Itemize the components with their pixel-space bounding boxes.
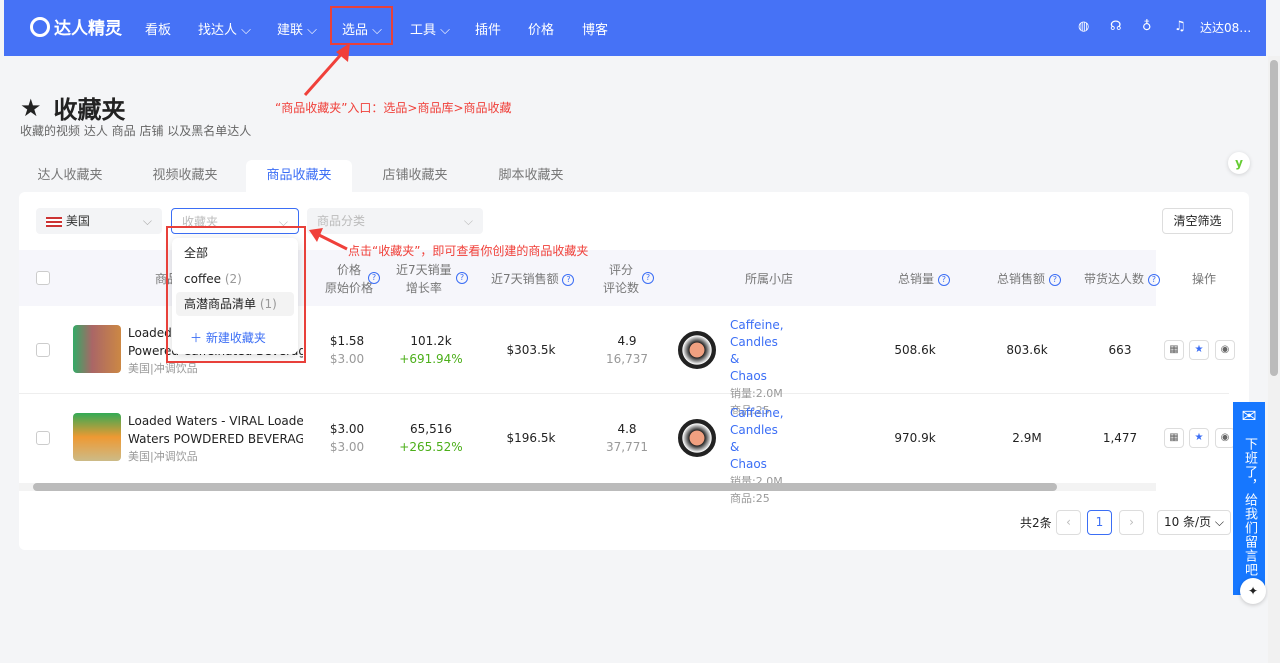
logo-icon: [30, 16, 50, 37]
sparkle-icon[interactable]: ✦: [1240, 578, 1266, 604]
country-select[interactable]: 美国 ⌵: [36, 208, 162, 234]
nav-find-creators[interactable]: 找达人 ⌵: [198, 19, 251, 38]
pagination-total: 共2条: [1020, 516, 1052, 530]
shop-link[interactable]: Caffeine, Candles & Chaos: [730, 317, 784, 385]
annotation-arrow: [303, 43, 350, 96]
product-thumbnail[interactable]: [73, 413, 121, 461]
product-thumbnail[interactable]: [73, 325, 121, 373]
feedback-button[interactable]: ✉ 下班了，给我们留言吧: [1233, 402, 1265, 595]
top-nav: 达人精灵 看板 找达人 ⌵ 建联 ⌵ 选品 ⌵ 工具 ⌵ 插件 价格 博客 ◍ …: [4, 0, 1266, 56]
annotation-dropdown: 点击“收藏夹”，即可查看你创建的商品收藏夹: [348, 244, 589, 258]
bell-icon[interactable]: ♫: [1174, 19, 1186, 34]
page-size-select[interactable]: 10 条/页 ⌵: [1157, 510, 1231, 535]
total-rev-cell: 803.6k: [1006, 343, 1048, 357]
nav-pricing[interactable]: 价格: [528, 19, 554, 38]
nav-dashboard[interactable]: 看板: [145, 19, 171, 38]
headset-icon[interactable]: ☊: [1110, 19, 1122, 34]
eye-icon[interactable]: ◉: [1215, 340, 1235, 360]
header-creators[interactable]: 带货达人数 ?: [1084, 270, 1160, 288]
us-flag-icon: [46, 216, 62, 227]
total-rev-cell: 2.9M: [1012, 431, 1042, 445]
highlight-box: [166, 226, 306, 363]
sales7-cell: 65,516 +265.52%: [399, 422, 463, 454]
help-icon[interactable]: ?: [368, 272, 380, 284]
header-rating[interactable]: 评分 评论数: [603, 261, 639, 297]
creators-cell: 1,477: [1102, 431, 1138, 445]
shop-link[interactable]: Caffeine, Candles & Chaos: [730, 405, 784, 473]
nav-tools[interactable]: 工具 ⌵: [410, 19, 450, 38]
logo[interactable]: 达人精灵: [30, 14, 122, 39]
mail-icon: ✉: [1241, 406, 1257, 427]
rating-cell: 4.9 16,737: [606, 334, 648, 366]
calculator-icon[interactable]: ▦: [1164, 428, 1184, 448]
nav-blog[interactable]: 博客: [582, 19, 608, 38]
header-total-sales[interactable]: 总销量 ?: [898, 270, 950, 288]
row-checkbox[interactable]: [36, 431, 50, 445]
star-icon: ★: [20, 93, 42, 122]
annotation-arrow: [309, 228, 348, 251]
page-1-button[interactable]: 1: [1087, 510, 1112, 535]
shop-info: Caffeine, Candles & Chaos 销量:2.0M 商品:25: [730, 405, 784, 505]
prev-page-button[interactable]: ‹: [1056, 510, 1081, 535]
assistant-icon[interactable]: y: [1228, 152, 1250, 174]
total-sales-cell: 970.9k: [894, 431, 936, 445]
nav-outreach[interactable]: 建联 ⌵: [277, 19, 317, 38]
header-total-rev[interactable]: 总销售额 ?: [997, 270, 1061, 288]
header-ops: 操作: [1192, 272, 1217, 286]
header-rev7[interactable]: 近7天销售额 ?: [491, 270, 575, 288]
rev7-cell: $196.5k: [506, 431, 556, 445]
vertical-scrollbar[interactable]: [1268, 56, 1280, 663]
tab-scripts[interactable]: 脚本收藏夹: [476, 160, 586, 192]
select-all-checkbox[interactable]: [36, 271, 50, 285]
rating-cell: 4.8 37,771: [606, 422, 648, 454]
tab-creators[interactable]: 达人收藏夹: [15, 160, 125, 192]
annotation-top: “商品收藏夹”入口：选品>商品库>商品收藏: [275, 101, 512, 115]
total-sales-cell: 508.6k: [894, 343, 936, 357]
header-price[interactable]: 价格 原始价格: [325, 261, 373, 297]
tab-products[interactable]: 商品收藏夹: [246, 160, 352, 192]
shop-logo[interactable]: [678, 419, 716, 457]
calculator-icon[interactable]: ▦: [1164, 340, 1184, 360]
clear-filters-button[interactable]: 清空筛选: [1162, 208, 1233, 234]
shop-logo[interactable]: [678, 331, 716, 369]
user-name[interactable]: 达达08…: [1200, 19, 1251, 36]
tab-shops[interactable]: 店铺收藏夹: [360, 160, 470, 192]
page-title: ★ 收藏夹: [20, 93, 126, 125]
sales7-cell: 101.2k +691.94%: [399, 334, 463, 366]
next-page-button[interactable]: ›: [1119, 510, 1144, 535]
help-icon[interactable]: ?: [562, 273, 575, 286]
star-icon[interactable]: ★: [1189, 428, 1209, 448]
shop-info: Caffeine, Candles & Chaos 销量:2.0M 商品:25: [730, 317, 784, 417]
row-checkbox[interactable]: [36, 343, 50, 357]
price-cell: $1.58 $3.00: [329, 334, 365, 366]
nav-plugin[interactable]: 插件: [475, 19, 501, 38]
header-shop: 所属小店: [745, 272, 794, 286]
horizontal-scrollbar[interactable]: [19, 483, 1156, 491]
price-cell: $3.00 $3.00: [329, 422, 365, 454]
tab-videos[interactable]: 视频收藏夹: [130, 160, 240, 192]
help-icon[interactable]: ?: [456, 272, 468, 284]
globe-icon[interactable]: ◍: [1078, 19, 1089, 34]
eye-icon[interactable]: ◉: [1215, 428, 1235, 448]
help-icon[interactable]: ?: [642, 272, 654, 284]
lightbulb-icon[interactable]: ♁: [1142, 19, 1152, 34]
rev7-cell: $303.5k: [506, 343, 556, 357]
star-icon[interactable]: ★: [1189, 340, 1209, 360]
creators-cell: 663: [1108, 343, 1132, 357]
header-sales7[interactable]: 近7天销量 增长率: [396, 261, 452, 297]
product-name[interactable]: Loaded Waters - VIRAL Loaded Waters POWDE…: [128, 412, 303, 466]
page-subtitle: 收藏的视频 达人 商品 店铺 以及黑名单达人: [20, 124, 252, 138]
